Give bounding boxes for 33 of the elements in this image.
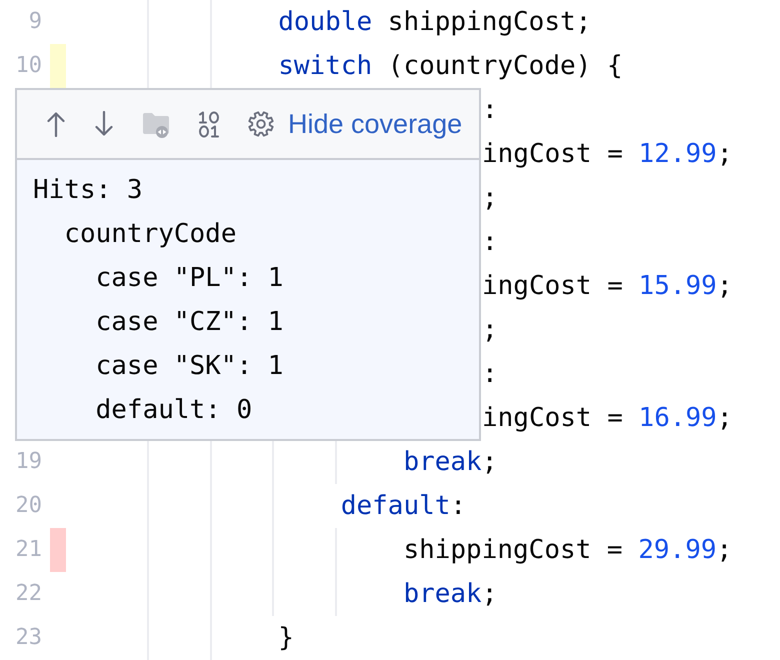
- hits-tree-item: case "PL": 1: [96, 263, 284, 293]
- hits-tree-item: default: 0: [96, 395, 252, 425]
- hide-coverage-link[interactable]: Hide coverage: [288, 108, 462, 140]
- binary-icon[interactable]: [198, 110, 220, 138]
- code-line: ;: [482, 314, 498, 347]
- code-line: ingCost = 12.99;: [482, 138, 732, 171]
- code-line: break;: [403, 446, 498, 479]
- code-line: switch (countryCode) {: [278, 50, 623, 83]
- hits-tree-item: case "CZ": 1: [96, 307, 284, 337]
- code-line: ingCost = 15.99;: [482, 270, 732, 303]
- line-number: 19: [16, 449, 42, 475]
- code-line: :: [482, 358, 498, 391]
- code-line: :: [482, 226, 498, 259]
- code-line: shippingCost = 29.99;: [403, 534, 732, 567]
- line-number: 9: [28, 9, 42, 35]
- line-number: 23: [16, 625, 42, 651]
- code-line: double shippingCost;: [278, 6, 592, 39]
- hits-tree-item: case "SK": 1: [96, 351, 284, 381]
- gear-icon[interactable]: [248, 111, 274, 137]
- code-line: break;: [403, 578, 498, 611]
- line-number: 21: [16, 537, 42, 563]
- code-line: default:: [340, 490, 466, 523]
- arrow-up-icon[interactable]: [46, 111, 66, 137]
- code-line: ;: [482, 182, 498, 215]
- line-number: 22: [16, 581, 42, 607]
- code-line: }: [278, 622, 294, 655]
- arrow-down-icon[interactable]: [94, 111, 114, 137]
- line-number: 10: [16, 53, 42, 79]
- code-line: ingCost = 16.99;: [482, 402, 732, 435]
- line-number: 20: [16, 493, 42, 519]
- code-line: :: [482, 94, 498, 127]
- hits-tree-item: Hits: 3: [33, 175, 143, 205]
- hits-tree-item: countryCode: [64, 219, 236, 249]
